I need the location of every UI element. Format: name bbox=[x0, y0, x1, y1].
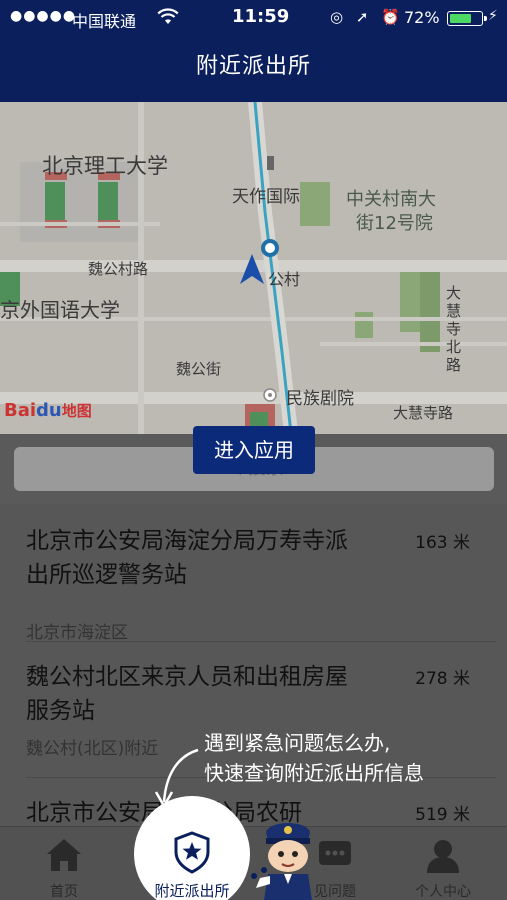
home-icon bbox=[44, 835, 84, 879]
signal-strength: ●●●●● bbox=[10, 8, 77, 24]
status-bar: ●●●●● 中国联通 11:59 ◎ ➚ ⏰ 72% ⚡ bbox=[0, 0, 507, 36]
station-distance: 163 米 bbox=[415, 533, 470, 553]
station-distance: 519 米 bbox=[415, 805, 470, 825]
map-label-tianzuo: 天作国际 bbox=[232, 187, 300, 207]
battery-icon bbox=[447, 11, 487, 26]
police-mascot-icon bbox=[251, 823, 312, 900]
guide-callout-line-2: 快速查询附近派出所信息 bbox=[204, 761, 424, 785]
map-label-dahuisi-north: 大慧寺北路 bbox=[446, 284, 462, 374]
map-view[interactable]: 北京理工大学 天作国际 中关村南大 街12号院 魏公村路 公村 京外国语大学 大… bbox=[0, 102, 507, 442]
map-label-zhongguancun: 中关村南大 bbox=[346, 189, 436, 210]
charging-icon: ⚡ bbox=[488, 8, 498, 24]
station-name: 北京市公安局海淀分局万寿寺派出所巡逻警务站 bbox=[26, 528, 348, 588]
clock-time: 11:59 bbox=[232, 6, 290, 27]
guide-callout-line-1: 遇到紧急问题怎么办, bbox=[204, 731, 391, 755]
enter-app-button[interactable]: 进入应用 bbox=[193, 426, 315, 474]
map-label-zhongguancun-2: 街12号院 bbox=[356, 213, 433, 234]
page-title: 附近派出所 bbox=[0, 36, 507, 102]
map-label-minzu-theater: 民族剧院 bbox=[286, 389, 354, 409]
tab-home[interactable]: 首页 bbox=[14, 827, 114, 900]
tab-profile-label: 个人中心 bbox=[415, 884, 471, 900]
map-label-bfsu: 京外国语大学 bbox=[0, 298, 120, 322]
tab-profile[interactable]: 个人中心 bbox=[393, 827, 493, 900]
station-address: 魏公村(北区)附近 bbox=[26, 739, 159, 759]
baidu-map-logo: Baidu地图 bbox=[4, 400, 92, 421]
guide-arrow-icon bbox=[154, 748, 199, 809]
tab-nearby-label: 附近派出所 bbox=[154, 882, 230, 900]
tab-home-label: 首页 bbox=[50, 884, 78, 900]
station-distance: 278 米 bbox=[415, 669, 470, 689]
guide-callout: 遇到紧急问题怎么办, 快速查询附近派出所信息 bbox=[204, 728, 424, 788]
battery-percent: 72% bbox=[404, 8, 440, 27]
status-icons: ◎ ➚ ⏰ bbox=[330, 8, 404, 26]
map-label-dahuisi-road: 大慧寺路 bbox=[393, 404, 454, 422]
station-address: 北京市海淀区 bbox=[26, 623, 128, 643]
wifi-icon bbox=[157, 8, 179, 30]
list-item[interactable]: 北京市公安局海淀分局万寿寺派出所巡逻警务站 163 米 北京市海淀区 bbox=[26, 524, 496, 643]
map-label-weigong-street: 魏公街 bbox=[176, 360, 222, 378]
carrier-name: 中国联通 bbox=[72, 12, 137, 31]
police-badge-icon bbox=[172, 830, 212, 878]
station-name: 魏公村北区来京人员和出租房屋服务站 bbox=[26, 664, 348, 724]
map-label-weigongcun-road: 魏公村路 bbox=[88, 260, 149, 278]
battery-level bbox=[450, 14, 471, 23]
map-label-bit: 北京理工大学 bbox=[42, 154, 168, 178]
map-label-weigongcun: 公村 bbox=[268, 270, 301, 289]
user-icon bbox=[423, 835, 463, 879]
